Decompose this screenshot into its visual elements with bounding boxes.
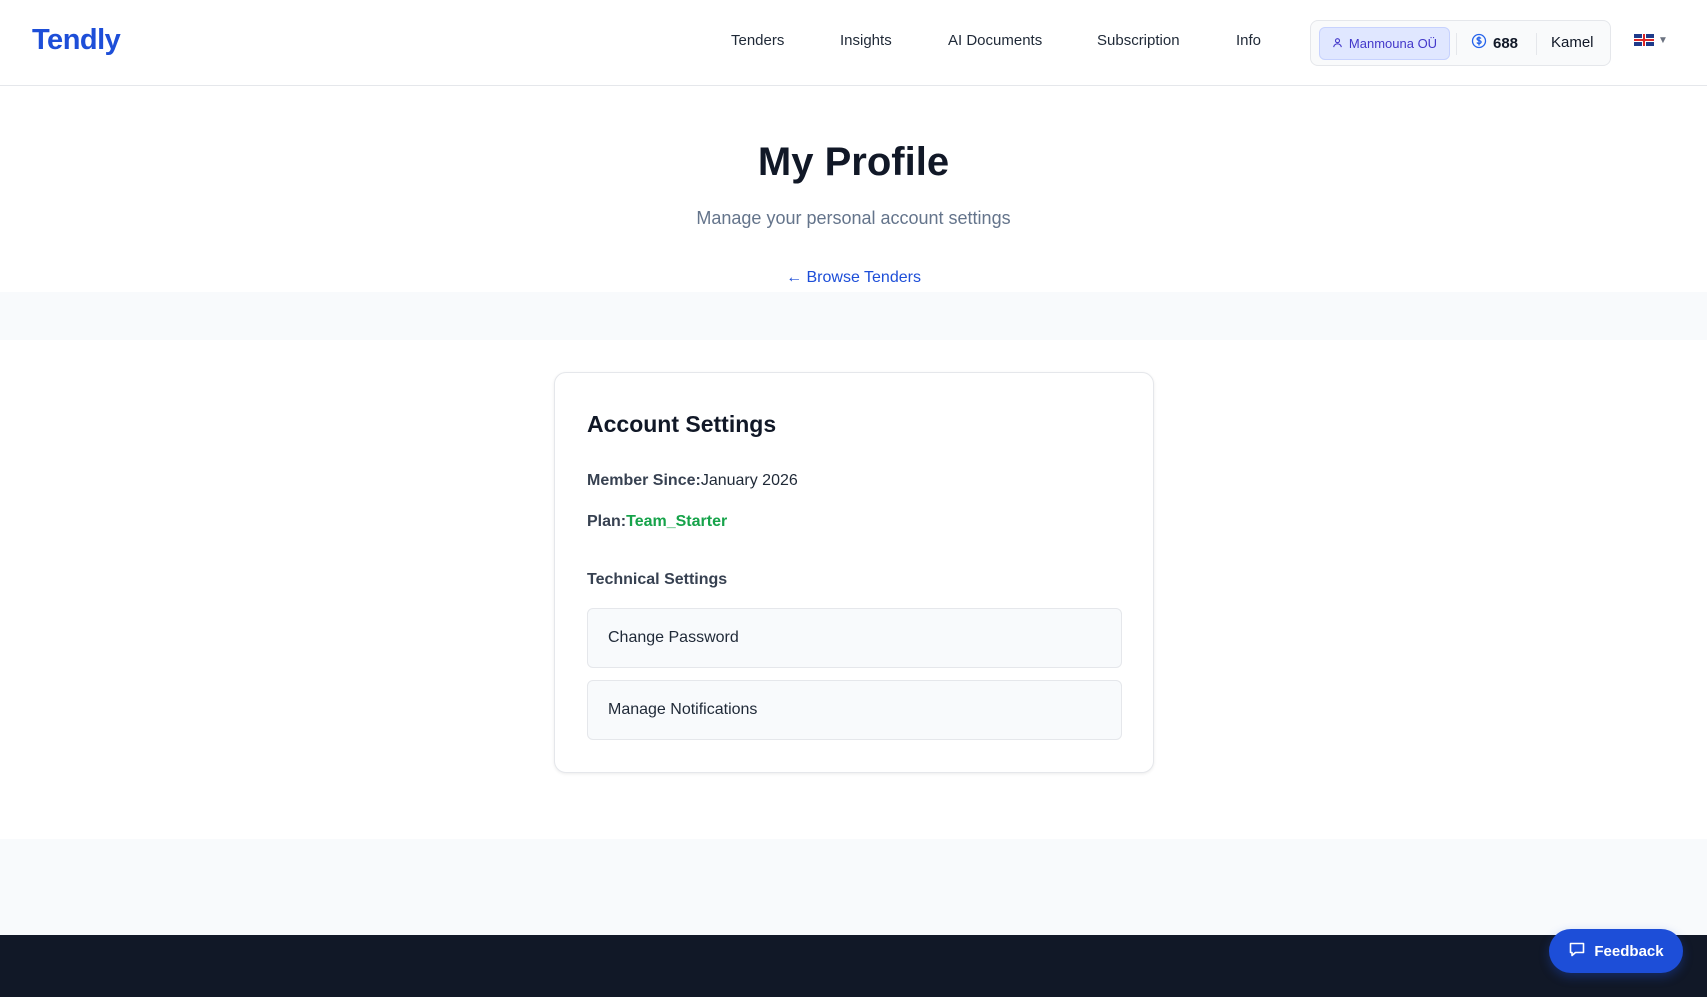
- nav-tenders[interactable]: Tenders: [731, 32, 784, 49]
- feedback-button[interactable]: Feedback: [1549, 929, 1683, 973]
- section-band-lower: [0, 839, 1707, 935]
- section-band: [0, 292, 1707, 340]
- card-title: Account Settings: [587, 411, 777, 437]
- credits-display: 688: [1471, 33, 1518, 53]
- member-since-label: Member Since:: [587, 472, 701, 489]
- nav-ai-documents[interactable]: AI Documents: [948, 32, 1042, 49]
- uk-flag-icon: [1634, 34, 1654, 46]
- account-settings-card: Account Settings Member Since:January 20…: [554, 372, 1154, 773]
- divider: [1456, 33, 1457, 55]
- top-header: Tendly Tenders Insights AI Documents Sub…: [0, 0, 1707, 86]
- page-subtitle: Manage your personal account settings: [696, 208, 1011, 228]
- divider: [1536, 33, 1537, 55]
- nav-insights[interactable]: Insights: [840, 32, 892, 49]
- logo[interactable]: Tendly: [32, 24, 121, 57]
- username[interactable]: Kamel: [1551, 34, 1594, 51]
- nav-subscription[interactable]: Subscription: [1097, 32, 1180, 49]
- technical-settings-heading: Technical Settings: [587, 571, 728, 588]
- chat-icon: [1568, 940, 1586, 962]
- user-box: Manmouna OÜ 688 Kamel: [1310, 20, 1611, 66]
- coin-icon: [1471, 33, 1487, 53]
- language-selector[interactable]: ▼: [1634, 34, 1668, 46]
- plan-row: Plan:Team_Starter: [587, 513, 727, 531]
- organization-badge[interactable]: Manmouna OÜ: [1319, 27, 1450, 60]
- nav-info[interactable]: Info: [1236, 32, 1261, 49]
- footer: [0, 935, 1707, 997]
- feedback-label: Feedback: [1594, 942, 1664, 960]
- member-since-value: January 2026: [700, 472, 798, 489]
- user-icon: [1332, 36, 1343, 51]
- credits-count: 688: [1493, 34, 1519, 52]
- manage-notifications-button[interactable]: Manage Notifications: [587, 680, 1122, 740]
- page-title: My Profile: [757, 140, 950, 184]
- chevron-down-icon: ▼: [1658, 34, 1668, 46]
- browse-tenders-link[interactable]: ← Browse Tenders: [786, 269, 921, 286]
- change-password-button[interactable]: Change Password: [587, 608, 1122, 668]
- plan-value: Team_Starter: [626, 513, 728, 530]
- plan-label: Plan:: [587, 513, 627, 530]
- organization-name: Manmouna OÜ: [1348, 36, 1438, 51]
- browse-tenders-link-wrap: ← Browse Tenders: [0, 269, 1707, 287]
- member-since-row: Member Since:January 2026: [587, 472, 798, 490]
